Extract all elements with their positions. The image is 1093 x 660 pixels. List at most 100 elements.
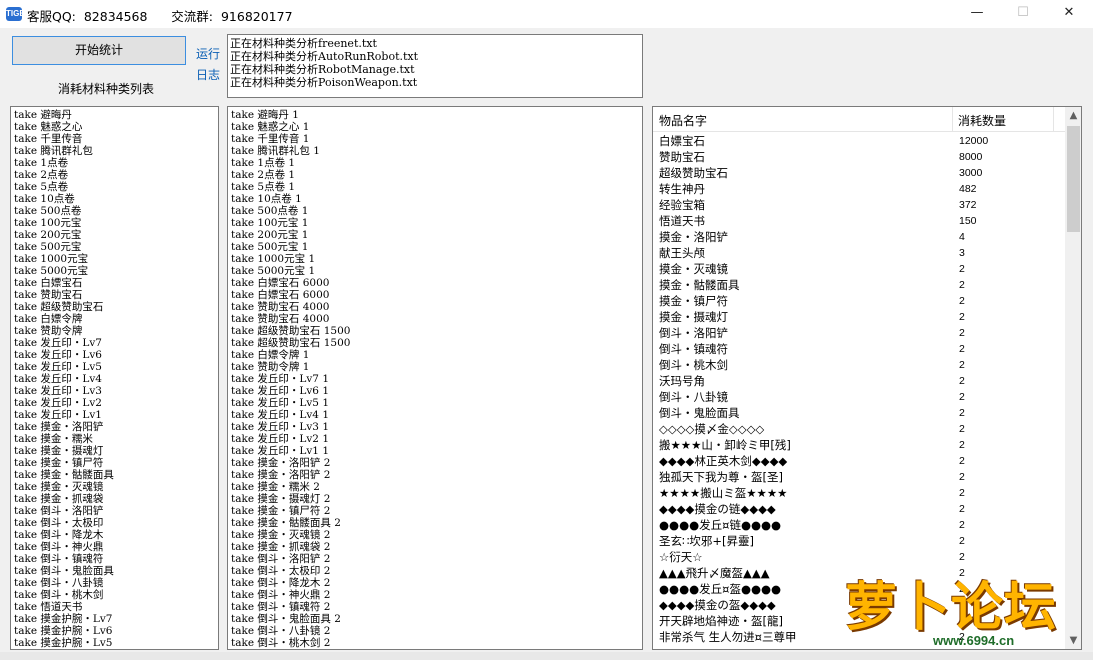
- text-line: take 倒斗・镇魂符 2: [231, 601, 331, 613]
- text-line: take 腾讯群礼包: [14, 145, 93, 157]
- list-item[interactable]: 圣玄∷坎邪+[昇靈] 2: [653, 533, 1065, 549]
- item-quantity: 2: [959, 407, 965, 419]
- list-item[interactable]: 转生神丹 482: [653, 181, 1065, 197]
- list-item[interactable]: ●●●●发丘¤链●●●● 2: [653, 517, 1065, 533]
- list-item[interactable]: ☆衍天☆ 2: [653, 549, 1065, 565]
- list-item[interactable]: 搬★★★山・卸岭ミ甲[残] 2: [653, 437, 1065, 453]
- text-line: take 摸金・摄魂灯: [14, 445, 104, 457]
- text-line: take 避晦丹: [14, 109, 72, 121]
- column-divider[interactable]: [952, 107, 953, 132]
- list-item[interactable]: ◇◇◇◇摸〆金◇◇◇◇ 2: [653, 421, 1065, 437]
- scrollbar-thumb[interactable]: [1067, 126, 1080, 232]
- item-name: 倒斗・八卦镜: [659, 390, 728, 404]
- text-line: take 发丘印・Lv7 1: [231, 373, 329, 385]
- text-line: take 摸金・镇尸符 2: [231, 505, 331, 517]
- material-type-textbox[interactable]: take 避晦丹 take 魅惑之心 take 千里传音 take 腾讯群礼包 take…: [10, 106, 219, 650]
- text-line: take 发丘印・Lv2 1: [231, 433, 329, 445]
- list-item[interactable]: 超级赞助宝石 3000: [653, 165, 1065, 181]
- scroll-up-arrow-icon[interactable]: ▲: [1065, 107, 1081, 124]
- column-divider[interactable]: [1053, 107, 1054, 132]
- text-line: take 倒斗・鬼脸面具: [14, 565, 114, 577]
- text-line: take 1000元宝 1: [231, 253, 316, 265]
- log-textbox[interactable]: 正在材料种类分析freenet.txt 正在材料种类分析AutoRunRobot…: [227, 34, 643, 98]
- item-name: ◆◆◆◆林正英木剑◆◆◆◆: [659, 454, 788, 468]
- listview-header: 物品名字 消耗数量: [653, 107, 1065, 132]
- maximize-button[interactable]: ☐: [1000, 0, 1046, 28]
- list-item[interactable]: 摸金・灭魂镜 2: [653, 261, 1065, 277]
- text-line: take 千里传音: [14, 133, 83, 145]
- item-name: ◆◆◆◆摸金の链◆◆◆◆: [659, 502, 776, 516]
- item-name: 沃玛号角: [659, 374, 705, 388]
- list-item[interactable]: 倒斗・八卦镜 2: [653, 389, 1065, 405]
- list-item[interactable]: 沃玛号角 2: [653, 373, 1065, 389]
- text-line: take 发丘印・Lv5 1: [231, 397, 329, 409]
- start-statistics-button[interactable]: 开始统计: [12, 36, 186, 65]
- list-item[interactable]: 摸金・摄魂灯 2: [653, 309, 1065, 325]
- list-item[interactable]: 摸金・洛阳铲 4: [653, 229, 1065, 245]
- item-name: 悟道天书: [659, 214, 705, 228]
- list-item[interactable]: 赞助宝石 8000: [653, 149, 1065, 165]
- text-line: take 白嫖令牌: [14, 313, 83, 325]
- text-line: take 500元宝 1: [231, 241, 309, 253]
- watermark-url: www.6994.cn: [933, 633, 1015, 648]
- column-header-quantity[interactable]: 消耗数量: [958, 112, 1006, 129]
- item-name: 经验宝箱: [659, 198, 705, 212]
- text-line: take 发丘印・Lv5: [14, 361, 102, 373]
- consumption-detail-textbox[interactable]: take 避晦丹 1 take 魅惑之心 1 take 千里传音 1 take 腾讯群…: [227, 106, 643, 650]
- item-name: 赞助宝石: [659, 150, 705, 164]
- column-header-item-name[interactable]: 物品名字: [659, 112, 707, 129]
- list-item[interactable]: 摸金・镇尸符 2: [653, 293, 1065, 309]
- item-quantity: 2: [959, 295, 965, 307]
- log-line: 正在材料种类分析PoisonWeapon.txt: [230, 76, 418, 89]
- list-item[interactable]: 倒斗・洛阳铲 2: [653, 325, 1065, 341]
- text-line: take 发丘印・Lv6 1: [231, 385, 329, 397]
- list-item[interactable]: 独孤天下我为尊・盔[圣] 2: [653, 469, 1065, 485]
- list-item[interactable]: 倒斗・镇魂符 2: [653, 341, 1065, 357]
- text-line: take 发丘印・Lv3 1: [231, 421, 329, 433]
- text-line: take 5点卷: [14, 181, 69, 193]
- text-line: take 倒斗・神火鼎 2: [231, 589, 331, 601]
- text-line: take 摸金・灭魂镜: [14, 481, 104, 493]
- text-line: take 发丘印・Lv3: [14, 385, 102, 397]
- item-name: ◇◇◇◇摸〆金◇◇◇◇: [659, 422, 765, 436]
- list-item[interactable]: 倒斗・鬼脸面具 2: [653, 405, 1065, 421]
- item-name: 白嫖宝石: [659, 134, 705, 148]
- item-quantity: 2: [959, 391, 965, 403]
- text-line: take 100元宝: [14, 217, 82, 229]
- list-item[interactable]: 倒斗・桃木剑 2: [653, 357, 1065, 373]
- item-quantity: 2: [959, 551, 965, 563]
- item-name: 搬★★★山・卸岭ミ甲[残]: [659, 438, 791, 452]
- list-item[interactable]: ◆◆◆◆摸金の链◆◆◆◆ 2: [653, 501, 1065, 517]
- text-line: take 2点卷 1: [231, 169, 296, 181]
- text-line: take 倒斗・桃木剑: [14, 589, 104, 601]
- list-item[interactable]: ◆◆◆◆林正英木剑◆◆◆◆ 2: [653, 453, 1065, 469]
- text-line: take 发丘印・Lv1: [14, 409, 102, 421]
- list-item[interactable]: 白嫖宝石 12000: [653, 133, 1065, 149]
- text-line: take 5000元宝: [14, 265, 89, 277]
- text-line: take 摸金・骷髅面具 2: [231, 517, 341, 529]
- close-button[interactable]: ✕: [1046, 0, 1092, 28]
- item-quantity: 2: [959, 327, 965, 339]
- text-line: take 100元宝 1: [231, 217, 309, 229]
- list-item[interactable]: 经验宝箱 372: [653, 197, 1065, 213]
- text-line: take 千里传音 1: [231, 133, 310, 145]
- run-link[interactable]: 运行: [196, 45, 220, 62]
- item-name: ★★★★搬山ミ盔★★★★: [659, 486, 788, 500]
- text-line: take 摸金・洛阳铲: [14, 421, 104, 433]
- item-name: ◆◆◆◆摸金の盔◆◆◆◆: [659, 598, 776, 612]
- log-link[interactable]: 日志: [196, 66, 220, 83]
- text-line: take 摸金・骷髅面具: [14, 469, 114, 481]
- item-name: ●●●●发丘¤链●●●●: [659, 518, 782, 532]
- minimize-button[interactable]: —: [954, 0, 1000, 28]
- item-name: ▲▲▲飛升〆魔盔▲▲▲: [659, 566, 770, 580]
- item-quantity: 4: [959, 231, 965, 243]
- text-line: take 5点卷 1: [231, 181, 296, 193]
- list-item[interactable]: 献王头颅 3: [653, 245, 1065, 261]
- item-name: 圣玄∷坎邪+[昇靈]: [659, 534, 754, 548]
- list-item[interactable]: 摸金・骷髅面具 2: [653, 277, 1065, 293]
- list-item[interactable]: 悟道天书 150: [653, 213, 1065, 229]
- log-line: 正在材料种类分析RobotManage.txt: [230, 63, 415, 76]
- list-item[interactable]: ★★★★搬山ミ盔★★★★ 2: [653, 485, 1065, 501]
- text-line: take 倒斗・太极印: [14, 517, 104, 529]
- text-line: take 5000元宝 1: [231, 265, 316, 277]
